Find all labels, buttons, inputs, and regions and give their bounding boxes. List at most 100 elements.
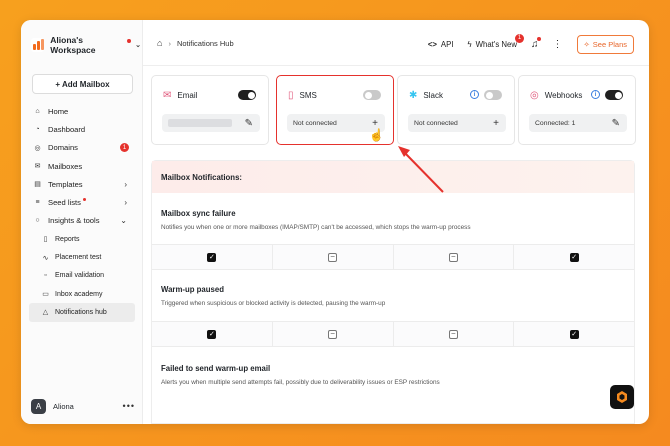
whats-new-badge: 1 <box>515 33 524 43</box>
sidebar-item-reports[interactable]: ▯ Reports <box>29 230 135 248</box>
chevron-down-icon: ⌄ <box>135 42 141 49</box>
slack-icon: ✱ <box>409 90 418 101</box>
workspace-name: Aliona's Workspace <box>50 35 96 55</box>
sidebar-item-placement-test[interactable]: ∿ Placement test <box>29 248 135 266</box>
chevron-right-icon: › <box>124 179 127 189</box>
mail-icon: ✉ <box>34 163 41 171</box>
pulse-icon: ∿ <box>42 254 49 262</box>
sidebar-item-home[interactable]: ⌂ Home <box>29 102 135 120</box>
mailbox-notifications-panel: Mailbox Notifications: Mailbox sync fail… <box>151 160 635 424</box>
checkbox-checked[interactable]: ✓ <box>569 329 579 339</box>
workspace-switcher[interactable]: Aliona's Workspace ⌄ <box>31 35 141 55</box>
sidebar-item-domains[interactable]: ◎ Domains 1 <box>29 139 135 157</box>
checkbox-checked[interactable]: ✓ <box>207 252 217 262</box>
template-icon: ▤ <box>34 181 41 189</box>
user-name: Aliona <box>53 401 74 411</box>
checkbox-partial[interactable]: − <box>448 329 458 339</box>
whats-new-label: What's New <box>475 39 517 49</box>
breadcrumb: ⌂ › Notifications Hub <box>157 38 234 48</box>
panel-heading: Mailbox Notifications: <box>152 161 634 193</box>
chevron-right-icon: › <box>168 38 171 48</box>
more-vertical-icon[interactable]: ⋮ <box>553 39 563 50</box>
workspace-logo-icon <box>31 38 45 52</box>
channel-title: ▯ SMS <box>288 90 317 101</box>
info-icon[interactable]: i <box>470 90 479 99</box>
channel-card-slack: ✱ Slack i Not connected + <box>397 75 515 145</box>
bell-icon: △ <box>42 309 49 317</box>
sidebar-item-label: Email validation <box>55 272 105 280</box>
email-recipient-field: ✎ <box>162 114 260 132</box>
sidebar-item-label: Templates <box>48 179 83 189</box>
checkbox-cell: − <box>273 245 394 269</box>
api-label: API <box>440 39 454 49</box>
api-link[interactable]: <> API <box>428 40 454 49</box>
sidebar-item-label: Dashboard <box>48 124 86 134</box>
sidebar-item-seed-lists[interactable]: ≡ Seed lists › <box>29 193 135 211</box>
checkbox-partial[interactable]: − <box>328 252 338 262</box>
more-horizontal-icon[interactable]: ••• <box>123 401 135 411</box>
breadcrumb-current: Notifications Hub <box>176 38 234 48</box>
channel-title: ◎ Webhooks <box>530 90 582 101</box>
sidebar-nav: ⌂ Home ◔ Dashboard ◎ Domains 1 ✉ Mailbox… <box>29 102 135 322</box>
webhook-globe-icon: ◎ <box>530 90 539 101</box>
edit-icon[interactable]: ✎ <box>245 118 253 129</box>
checkbox-partial[interactable]: − <box>448 252 458 262</box>
sidebar: Aliona's Workspace ⌄ + Add Mailbox ⌂ Hom… <box>21 20 143 424</box>
checkbox-row-sync-failure: ✓ − − ✓ <box>152 244 634 270</box>
home-icon[interactable]: ⌂ <box>157 38 162 48</box>
sms-status: Not connected <box>293 119 337 127</box>
email-toggle[interactable] <box>238 90 256 100</box>
chevron-down-icon: ⌄ <box>120 216 127 226</box>
checkbox-checked[interactable]: ✓ <box>569 252 579 262</box>
webhooks-toggle[interactable] <box>605 90 623 100</box>
see-plans-button[interactable]: ✧ See Plans <box>576 34 634 54</box>
brand-logo-icon <box>617 391 627 403</box>
sidebar-item-label: Seed lists <box>48 198 81 208</box>
add-mailbox-button[interactable]: + Add Mailbox <box>32 74 133 94</box>
user-menu[interactable]: A Aliona ••• <box>31 397 135 415</box>
sidebar-item-templates[interactable]: ▤ Templates › <box>29 175 135 193</box>
checkbox-cell: ✓ <box>152 322 273 346</box>
sidebar-item-email-validation[interactable]: ▫ Email validation <box>29 267 135 285</box>
section-title: Failed to send warm-up email <box>161 364 271 373</box>
checkbox-cell: ✓ <box>514 322 634 346</box>
top-header: ⌂ › Notifications Hub <> API ϟ What's Ne… <box>143 20 649 66</box>
plus-icon[interactable]: + <box>493 118 499 129</box>
sidebar-item-notifications-hub[interactable]: △ Notifications hub <box>29 303 135 322</box>
sidebar-item-label: Placement test <box>55 254 102 262</box>
checkbox-checked[interactable]: ✓ <box>207 329 217 339</box>
avatar: A <box>31 398 46 414</box>
channel-name: Webhooks <box>544 91 583 100</box>
edit-icon[interactable]: ✎ <box>612 118 620 129</box>
sidebar-item-dashboard[interactable]: ◔ Dashboard <box>29 120 135 138</box>
slack-toggle[interactable] <box>484 90 502 100</box>
gauge-icon: ◔ <box>35 125 40 133</box>
info-icon[interactable]: i <box>591 90 600 99</box>
checkbox-row-warmup-paused: ✓ − − ✓ <box>152 321 634 347</box>
domains-badge: 1 <box>120 143 129 153</box>
plus-icon[interactable]: + <box>372 118 378 129</box>
sidebar-item-inbox-academy[interactable]: ▭ Inbox academy <box>29 285 135 303</box>
channel-title: ✉ Email <box>163 90 197 101</box>
globe-icon: ◎ <box>34 144 41 152</box>
sidebar-item-mailboxes[interactable]: ✉ Mailboxes <box>29 157 135 175</box>
sms-toggle[interactable] <box>363 90 381 100</box>
notifications-bell-icon[interactable]: ♫ <box>531 36 541 50</box>
chat-launcher-button[interactable] <box>610 385 634 409</box>
slack-status-field: Not connected + <box>408 114 506 132</box>
slack-status: Not connected <box>414 119 458 127</box>
webhooks-status-field: Connected: 1 ✎ <box>529 114 627 132</box>
section-description: Alerts you when multiple send attempts f… <box>161 379 440 386</box>
sidebar-item-insights-tools[interactable]: ○ Insights & tools ⌄ <box>29 212 135 230</box>
phone-icon: ▯ <box>288 90 294 101</box>
whats-new-link[interactable]: ϟ What's New 1 <box>467 33 524 49</box>
lightning-icon: ϟ <box>467 39 472 49</box>
channel-name: Slack <box>423 91 443 100</box>
sidebar-item-label: Insights & tools <box>48 216 100 226</box>
checkbox-partial[interactable]: − <box>328 329 338 339</box>
section-title: Mailbox sync failure <box>161 209 236 218</box>
mail-icon: ✉ <box>163 90 172 101</box>
book-icon: ▭ <box>42 291 49 299</box>
header-actions: <> API ϟ What's New 1 ♫ ⋮ ✧ See Plans <box>428 33 634 54</box>
section-description: Triggered when suspicious or blocked act… <box>161 300 386 307</box>
